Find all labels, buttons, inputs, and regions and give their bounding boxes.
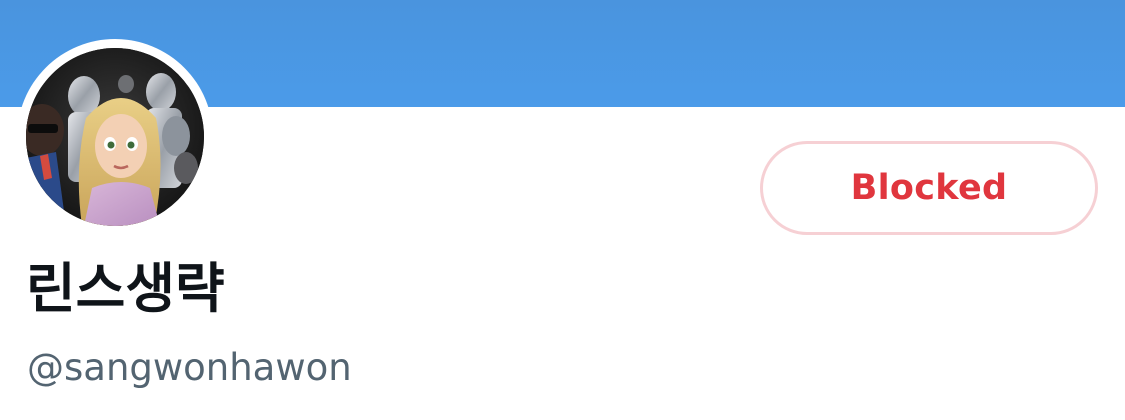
avatar-image [26,48,204,226]
profile-display-name: 린스생략 [26,257,225,320]
blocked-button-label: Blocked [850,168,1008,208]
avatar-ring[interactable] [17,39,213,235]
avatar[interactable] [26,48,204,226]
profile-handle: @sangwonhawon [27,346,352,389]
blocked-button[interactable]: Blocked [760,141,1098,235]
